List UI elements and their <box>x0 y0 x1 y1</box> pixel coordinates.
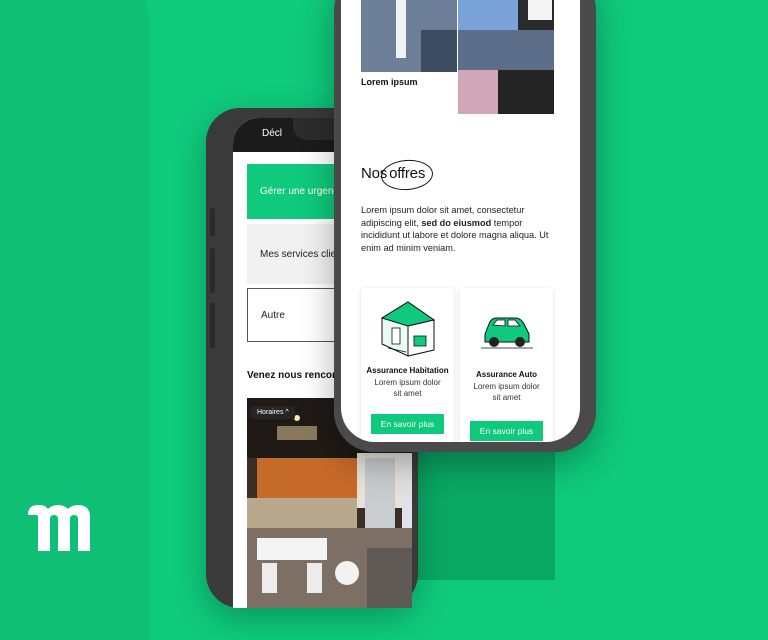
volume-button <box>210 248 215 293</box>
card-title: Assurance Auto <box>475 370 538 379</box>
card-description: Lorem ipsum dolor sit amet <box>374 378 441 398</box>
phone-right: Lorem ipsum Nos offres Lorem ipsum dolor … <box>334 0 596 452</box>
card-title: Assurance Habitation <box>366 366 449 375</box>
hero-image-right <box>458 0 554 114</box>
house-icon <box>361 298 454 358</box>
hand-drawn-circle-icon <box>380 158 435 192</box>
heading-circled-word: offres <box>380 158 435 192</box>
offer-card-auto[interactable]: Assurance Auto Lorem ipsum dolor sit ame… <box>460 288 553 442</box>
offer-card-home[interactable]: Assurance Habitation Lorem ipsum dolor s… <box>361 288 454 442</box>
image-caption: Lorem ipsum <box>361 77 418 87</box>
intro-paragraph: Lorem ipsum dolor sit amet, consectetur … <box>361 205 549 253</box>
hero-image-left <box>361 0 457 72</box>
learn-more-button[interactable]: En savoir plus <box>470 421 543 441</box>
opening-hours-toggle[interactable]: Horaires ^ <box>251 406 295 419</box>
volume-button <box>210 303 215 348</box>
car-icon <box>460 304 553 352</box>
volume-button <box>210 208 215 236</box>
learn-more-button[interactable]: En savoir plus <box>371 414 444 434</box>
top-bar-label: Décl <box>262 128 283 139</box>
intro-bold: sed do eiusmod <box>421 217 492 228</box>
brand-logo <box>28 505 90 551</box>
section-heading: Nos offres <box>361 158 435 192</box>
card-description: Lorem ipsum dolor sit amet <box>473 382 540 402</box>
phone-right-screen: Lorem ipsum Nos offres Lorem ipsum dolor … <box>341 0 580 442</box>
